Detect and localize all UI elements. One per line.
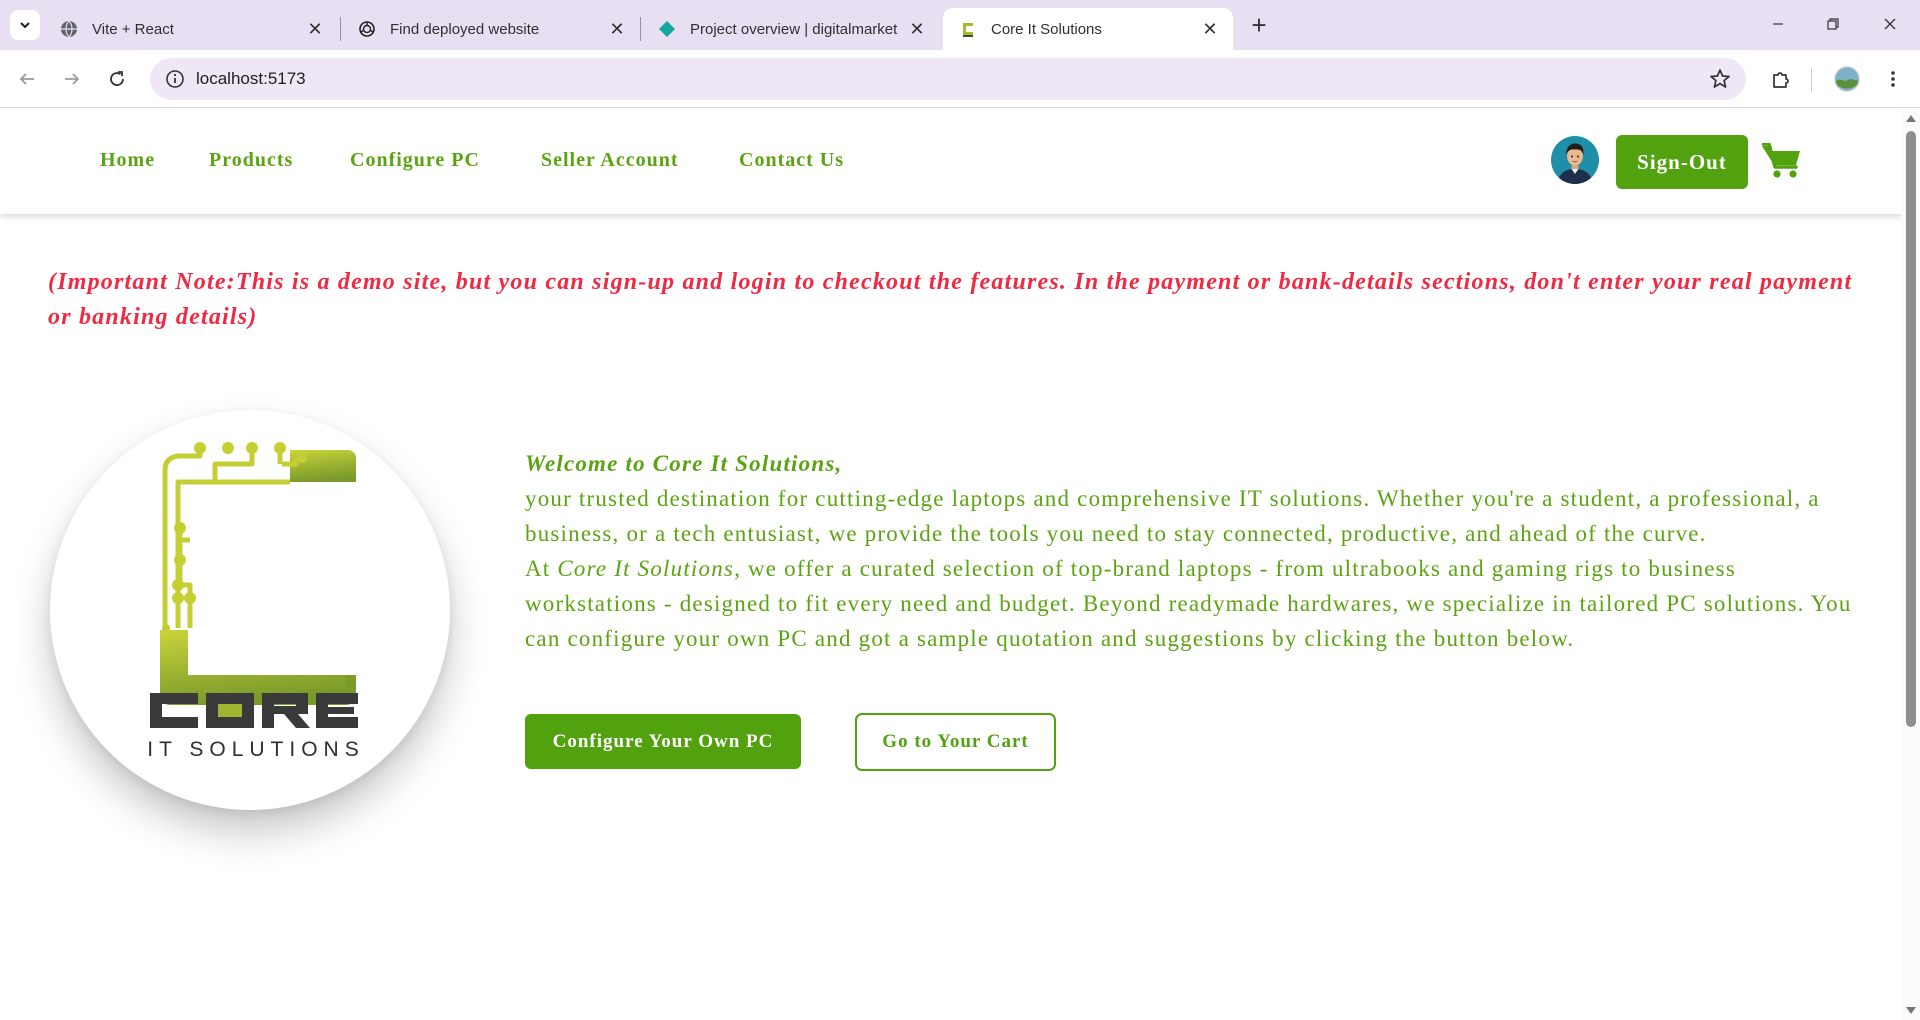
intro-paragraph-1: your trusted destination for cutting-edg… [525,486,1820,546]
page-viewport: Home Products Configure PC Seller Accoun… [0,109,1920,1020]
close-icon [1884,18,1896,30]
menu-button[interactable] [1876,62,1910,96]
close-icon[interactable]: ✕ [906,18,928,40]
puzzle-icon [1773,72,1789,88]
forward-button[interactable] [55,62,89,96]
browser-tabstrip: Vite + React ✕ Find deployed website ✕ P… [0,0,1920,50]
info-icon[interactable] [164,68,186,90]
scrollbar-thumb[interactable] [1906,131,1916,727]
tab-title: Project overview | digitalmarket [690,20,898,38]
close-icon[interactable]: ✕ [304,18,326,40]
bookmark-star-icon[interactable] [1708,67,1732,91]
minimize-button[interactable] [1756,8,1800,40]
browser-toolbar: localhost:5173 [0,50,1920,108]
company-logo: IT SOLUTIONS [50,410,450,810]
tab-title: Core It Solutions [991,20,1102,38]
core-favicon-icon [959,20,977,38]
back-button[interactable] [10,62,44,96]
tab-project-overview[interactable]: Project overview | digitalmarket ✕ [642,8,940,50]
nav-home[interactable]: Home [100,149,155,172]
nav-products[interactable]: Products [209,149,293,172]
tab-core-it-solutions[interactable]: Core It Solutions ✕ [943,8,1233,50]
arrow-right-icon [65,73,80,85]
reload-icon [110,71,124,86]
reload-button[interactable] [100,62,134,96]
go-to-cart-button[interactable]: Go to Your Cart [855,713,1056,771]
nav-seller-account[interactable]: Seller Account [541,149,679,172]
url-text[interactable]: localhost:5173 [196,69,306,89]
user-avatar[interactable] [1551,136,1599,184]
toolbar-divider [1811,68,1812,92]
demo-site-note: (Important Note:This is a demo site, but… [48,269,1853,330]
tab-search-button[interactable] [10,10,40,40]
restore-icon [1827,18,1839,30]
restore-button[interactable] [1811,8,1855,40]
intro-at: At [525,556,551,581]
user-avatar-icon [1551,136,1599,184]
arrow-left-icon [19,73,34,85]
address-bar[interactable]: localhost:5173 [150,58,1746,100]
more-vertical-icon [1891,71,1895,87]
close-icon[interactable]: ✕ [1199,18,1221,40]
page-scrollbar[interactable] [1902,109,1920,1020]
core-logo-graphic: IT SOLUTIONS [147,442,364,761]
shopping-cart-icon[interactable] [1762,143,1802,179]
new-tab-button[interactable]: + [1244,10,1274,40]
tab-vite-react[interactable]: Vite + React ✕ [44,8,338,50]
close-icon[interactable]: ✕ [606,18,628,40]
svg-text:IT SOLUTIONS: IT SOLUTIONS [147,738,364,761]
profile-avatar-icon [1834,66,1860,92]
openai-icon [358,20,376,38]
profile-button[interactable] [1830,62,1864,96]
chevron-down-icon [20,22,30,29]
intro-brand-name: Core It Solutions, [557,556,742,581]
nav-contact-us[interactable]: Contact Us [739,149,844,172]
tab-title: Find deployed website [390,20,540,38]
close-window-button[interactable] [1868,8,1912,40]
tab-find-deployed[interactable]: Find deployed website ✕ [342,8,640,50]
tab-divider [640,17,641,41]
welcome-heading: Welcome to Core It Solutions, [525,451,843,476]
site-navbar: Home Products Configure PC Seller Accoun… [0,109,1902,214]
scroll-up-arrow-icon[interactable] [1906,115,1916,122]
diamond-icon [658,20,676,38]
configure-your-own-pc-button[interactable]: Configure Your Own PC [525,714,801,769]
tab-title: Vite + React [92,20,174,38]
nav-configure-pc[interactable]: Configure PC [350,149,480,172]
intro-text: Welcome to Core It Solutions, your trust… [525,446,1855,656]
minimize-icon [1773,23,1783,25]
extensions-button[interactable] [1764,62,1798,96]
globe-icon [60,20,78,38]
tab-divider [340,17,341,41]
scroll-down-arrow-icon[interactable] [1906,1007,1916,1014]
sign-out-button[interactable]: Sign-Out [1616,135,1748,189]
